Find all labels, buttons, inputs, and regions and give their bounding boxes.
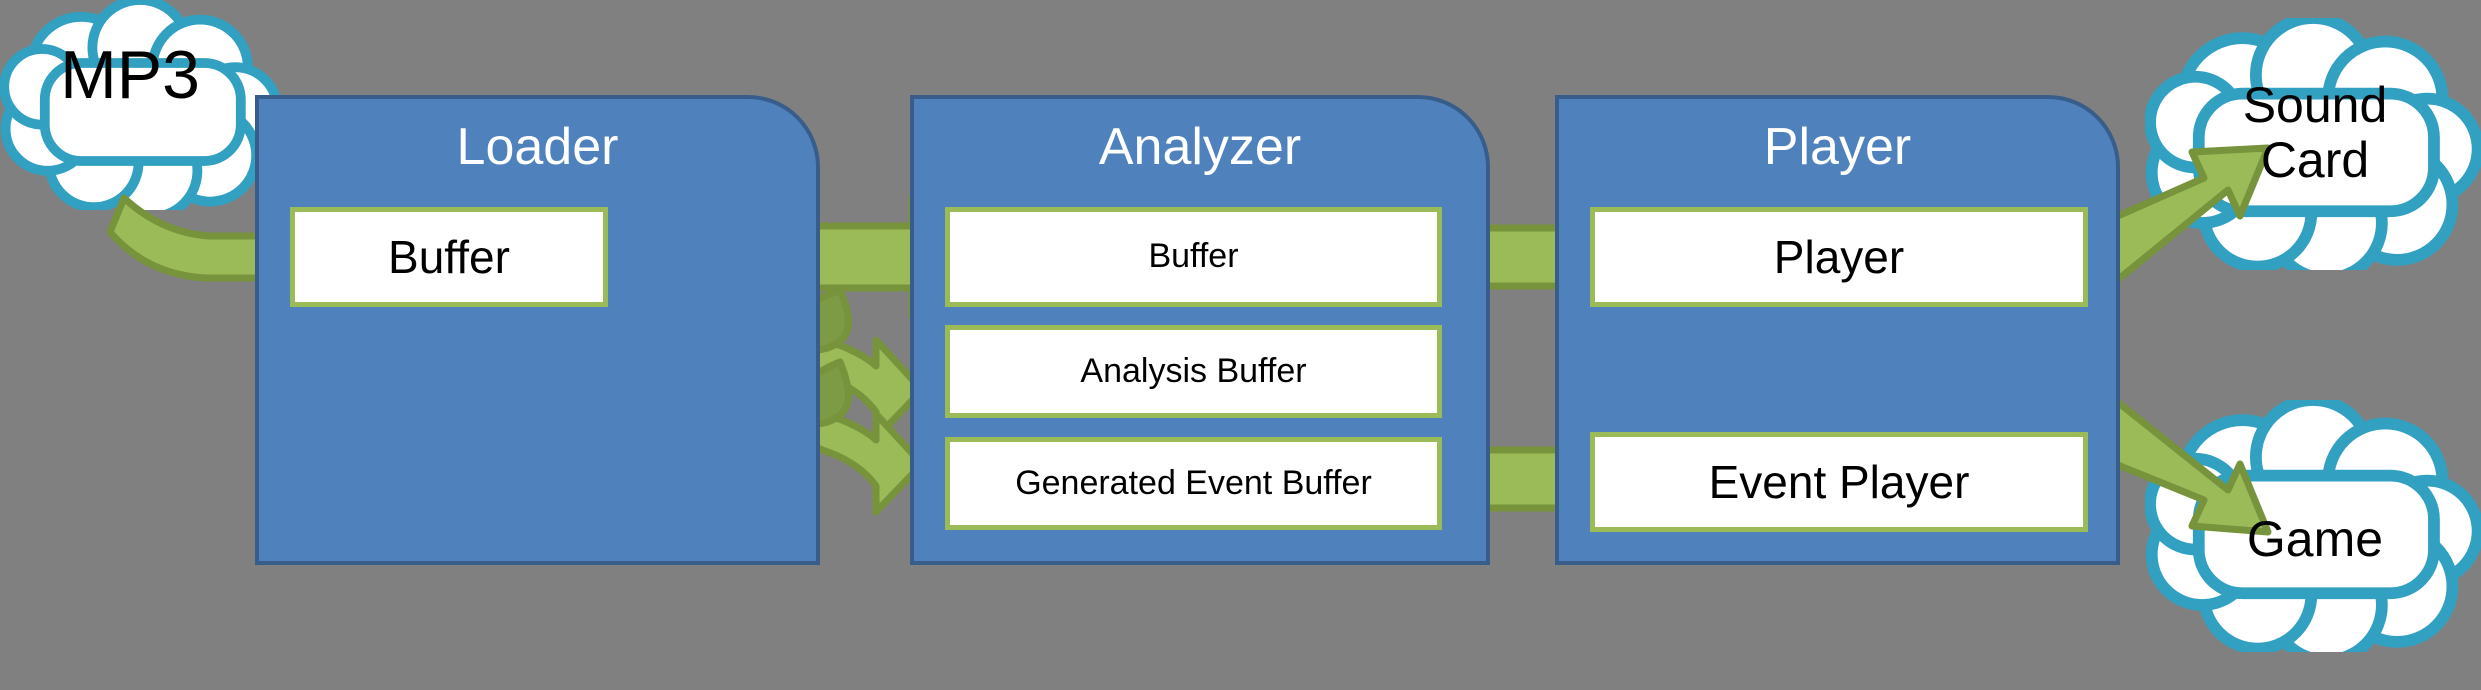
box-generated-event-buffer[interactable]: Generated Event Buffer <box>945 437 1442 530</box>
box-loader-buffer-label: Buffer <box>388 230 510 283</box>
box-event-player-label: Event Player <box>1708 455 1970 508</box>
cloud-game <box>2150 400 2478 660</box>
box-event-player[interactable]: Event Player <box>1590 432 2088 532</box>
cloud-game-shape <box>2150 400 2478 660</box>
box-loader-buffer[interactable]: Buffer <box>290 207 608 307</box>
module-loader-title: Loader <box>456 118 619 176</box>
cloud-mp3-shape <box>4 0 277 217</box>
module-player-title: Player <box>1763 118 1912 176</box>
diagram-canvas: Loader Analyzer Player Buffer Buffer Ana… <box>0 0 2481 690</box>
module-loader[interactable]: Loader <box>255 95 820 565</box>
box-player-player[interactable]: Player <box>1590 207 2088 307</box>
cloud-mp3 <box>4 0 277 217</box>
box-analysis-buffer[interactable]: Analysis Buffer <box>945 325 1442 418</box>
box-player-player-label: Player <box>1773 230 1905 283</box>
box-analyzer-buffer-label: Buffer <box>1148 237 1239 276</box>
box-generated-event-buffer-label: Generated Event Buffer <box>1015 463 1372 502</box>
box-analyzer-buffer[interactable]: Buffer <box>945 207 1442 307</box>
box-analysis-buffer-label: Analysis Buffer <box>1080 351 1307 390</box>
module-analyzer-title: Analyzer <box>1098 118 1302 176</box>
